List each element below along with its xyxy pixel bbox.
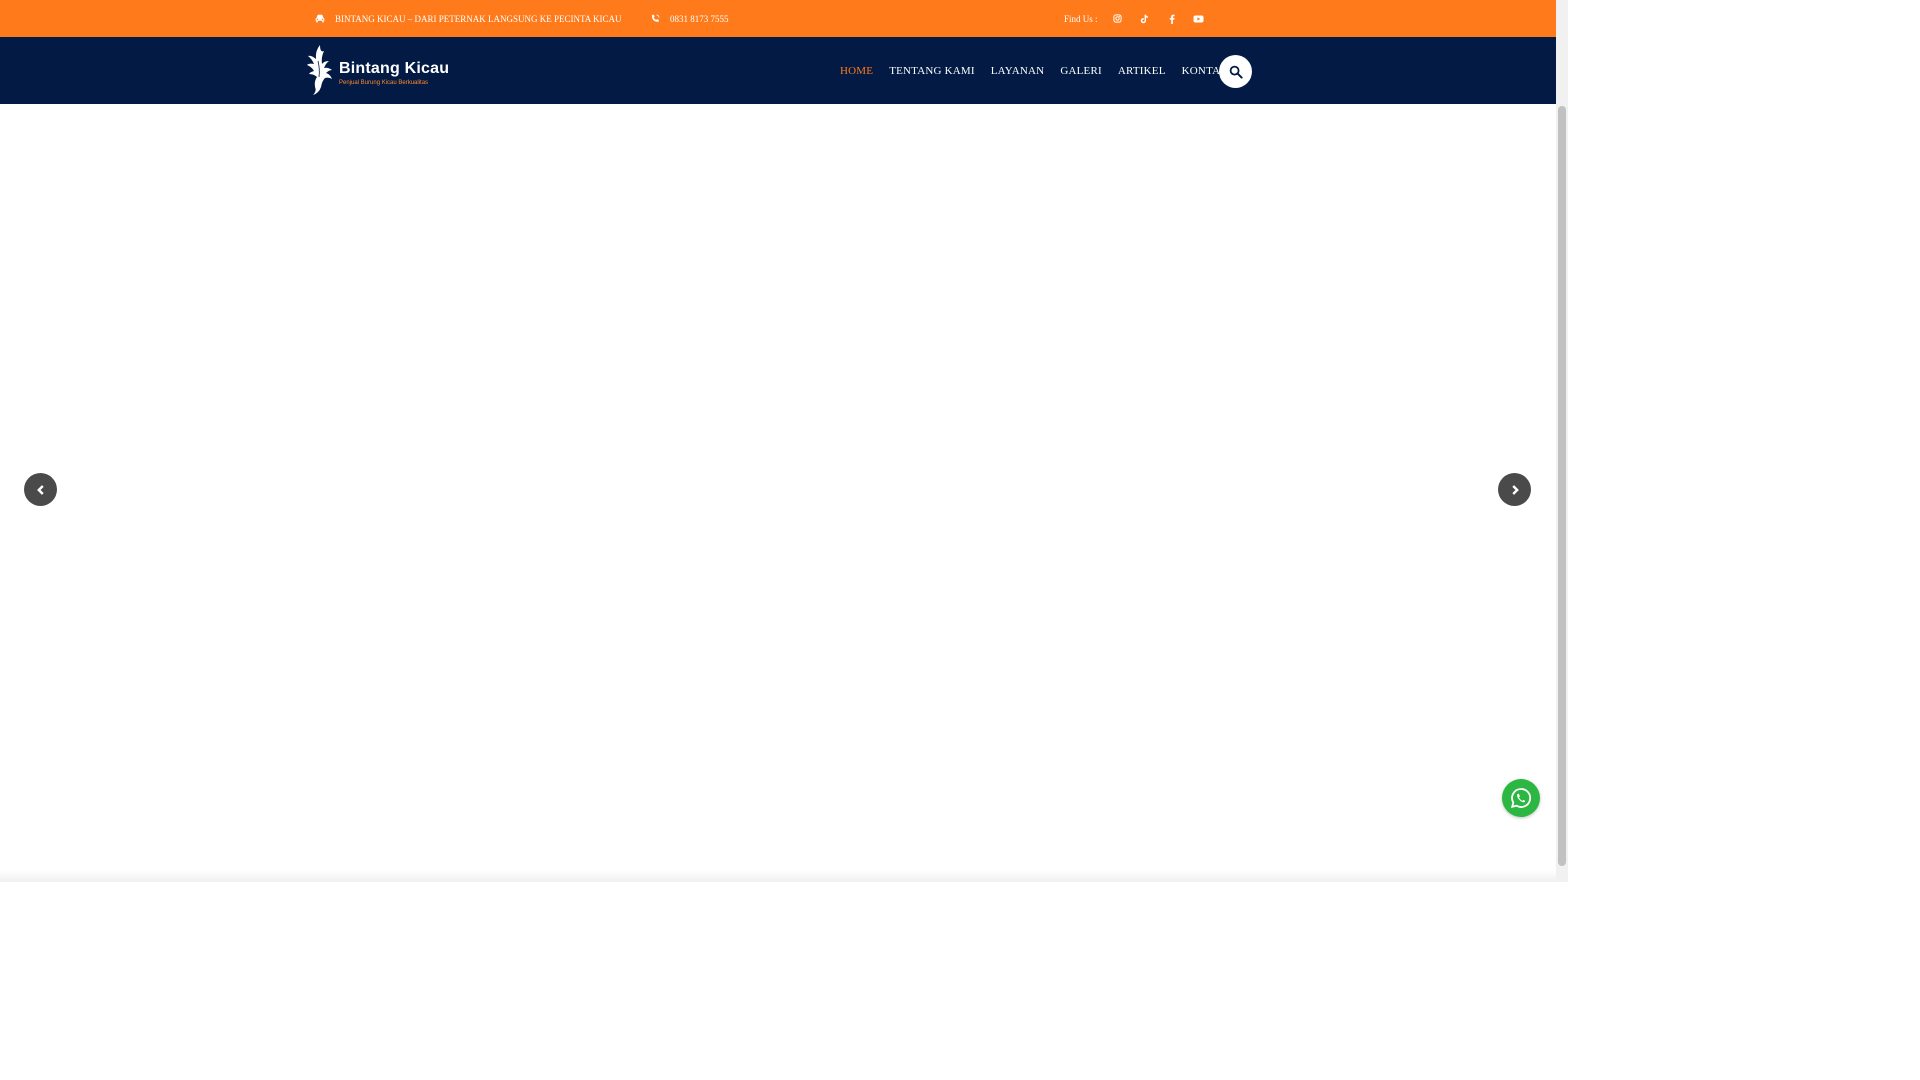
nav-item-layanan[interactable]: LAYANAN: [991, 65, 1045, 77]
nav-item-artikel[interactable]: ARTIKEL: [1118, 65, 1166, 77]
nav-item-tentang-kami[interactable]: TENTANG KAMI: [889, 65, 975, 77]
page-scrollbar[interactable]: [1556, 0, 1568, 882]
slider-next-button[interactable]: [1498, 473, 1531, 506]
brand-subtitle: Penjual Burung Kicau Berkualitas: [339, 79, 429, 86]
find-us-text: Find Us :: [1064, 13, 1098, 24]
whatsapp-icon: [1510, 788, 1532, 809]
search-button[interactable]: [1219, 55, 1252, 88]
top-info-bar: BINTANG KICAU – DARI PETERNAK LANGSUNG K…: [0, 0, 1556, 37]
scrollbar-thumb[interactable]: [1558, 106, 1566, 866]
phone-icon: [651, 14, 660, 22]
hero-bottom-shadow: [0, 870, 1556, 882]
logo-text: Bintang Kicau Penjual Burung Kicau Berku…: [339, 59, 450, 86]
phone-contact[interactable]: 0831 8173 7555: [651, 0, 729, 37]
find-us-label: Find Us :: [1064, 0, 1098, 37]
tagline: BINTANG KICAU – DARI PETERNAK LANGSUNG K…: [315, 0, 622, 37]
car-icon: [315, 14, 325, 23]
youtube-icon[interactable]: [1189, 9, 1208, 28]
chevron-right-icon: [1511, 484, 1519, 495]
phoenix-logo-icon: [307, 45, 332, 95]
whatsapp-button[interactable]: [1502, 779, 1540, 817]
instagram-icon[interactable]: [1108, 9, 1127, 28]
tiktok-icon[interactable]: [1135, 9, 1154, 28]
nav-item-home[interactable]: HOME: [840, 65, 873, 77]
hero-slider: [0, 104, 1556, 882]
main-menu: HOME TENTANG KAMI LAYANAN GALERI ARTIKEL…: [832, 37, 1236, 104]
site-logo[interactable]: Bintang Kicau Penjual Burung Kicau Berku…: [305, 43, 449, 97]
phone-number: 0831 8173 7555: [670, 13, 729, 24]
nav-item-galeri[interactable]: GALERI: [1060, 65, 1102, 77]
search-icon: [1229, 65, 1243, 79]
page: BINTANG KICAU – DARI PETERNAK LANGSUNG K…: [0, 0, 1568, 882]
slider-prev-button[interactable]: [24, 473, 57, 506]
brand-name: Bintang Kicau: [339, 59, 450, 77]
main-navbar: Bintang Kicau Penjual Burung Kicau Berku…: [0, 37, 1556, 104]
chevron-left-icon: [36, 484, 44, 495]
tagline-text: BINTANG KICAU – DARI PETERNAK LANGSUNG K…: [335, 13, 622, 24]
facebook-icon[interactable]: [1162, 9, 1181, 28]
social-links: [1108, 9, 1208, 28]
